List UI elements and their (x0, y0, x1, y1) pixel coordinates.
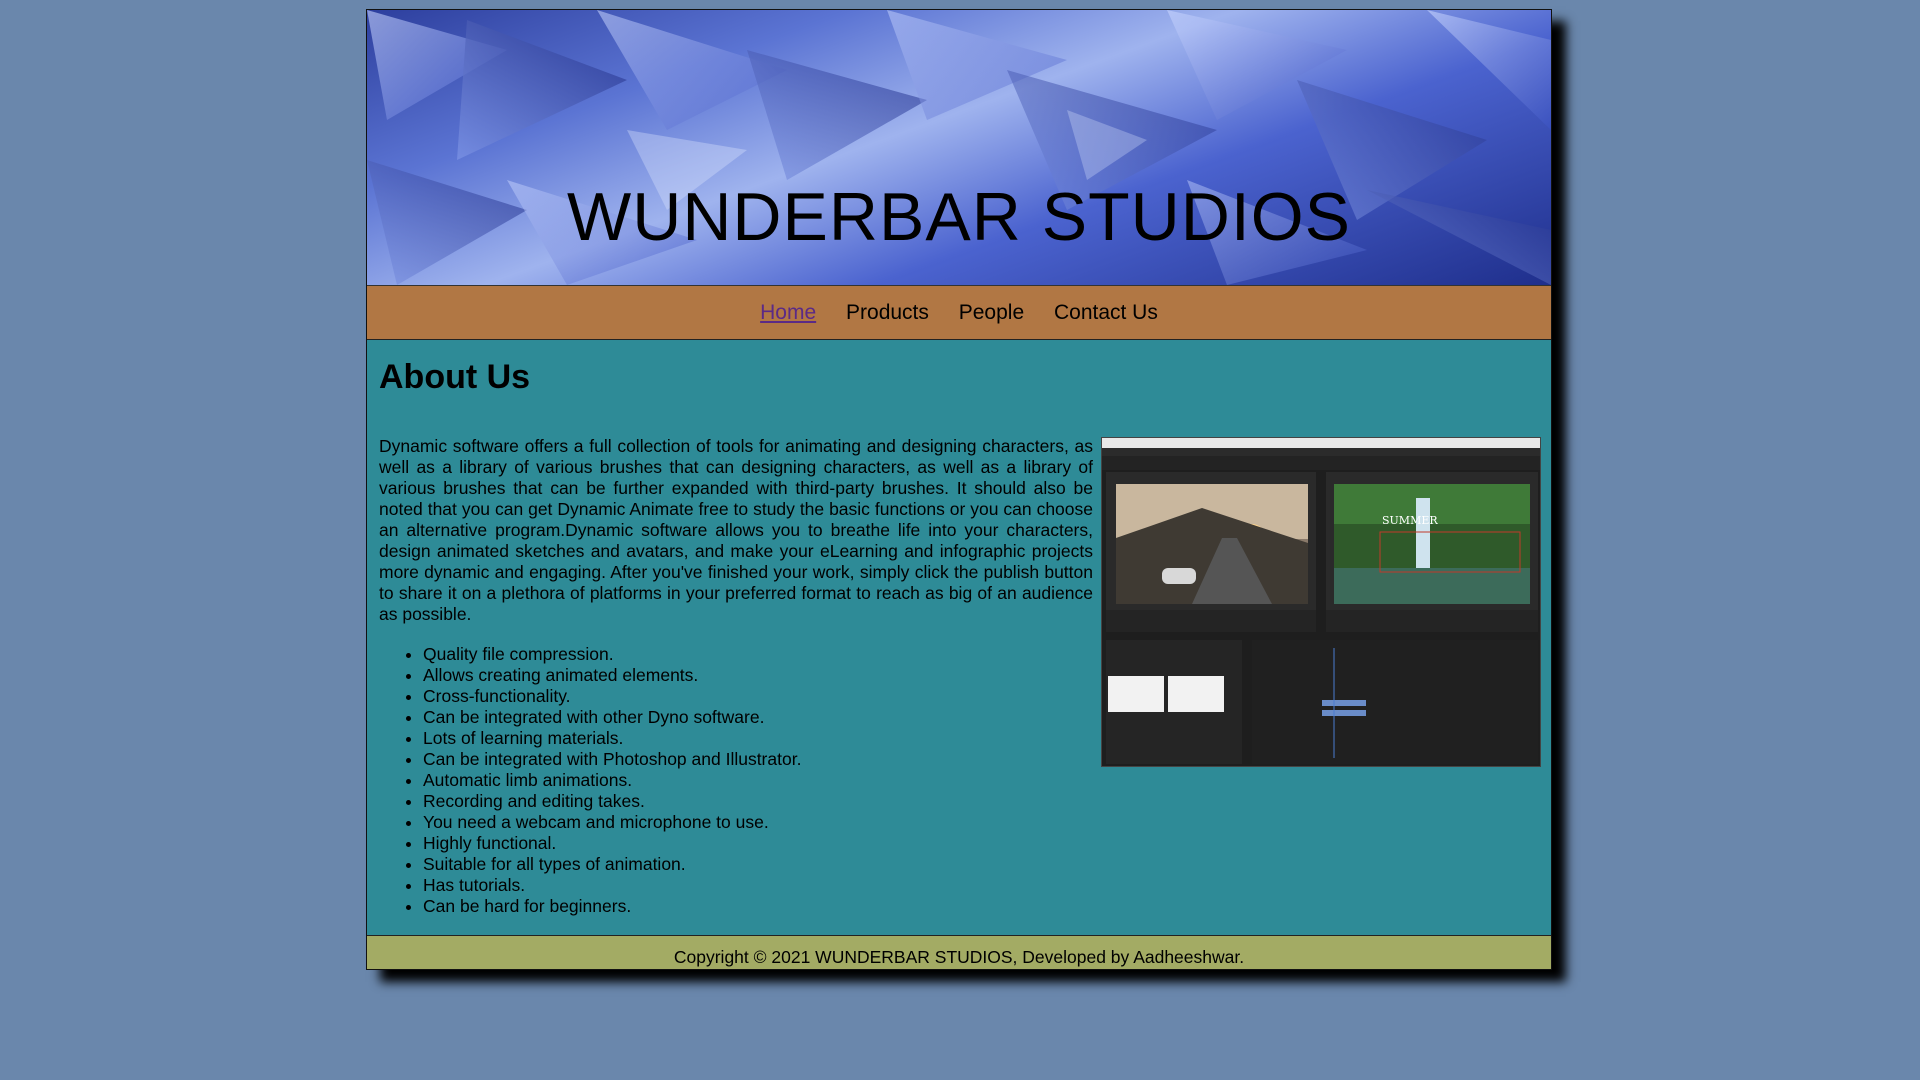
site-title: WUNDERBAR STUDIOS (567, 179, 1351, 255)
nav-home-link[interactable]: Home (760, 301, 816, 324)
feature-item: Suitable for all types of animation. (423, 854, 801, 875)
intro-paragraph: Dynamic software offers a full collectio… (379, 436, 1093, 624)
page-container: WUNDERBAR STUDIOS Home Products People C… (366, 9, 1552, 970)
software-screenshot-image: SUMMER (1101, 437, 1541, 767)
feature-item: Highly functional. (423, 833, 801, 854)
feature-item: Can be integrated with Photoshop and Ill… (423, 749, 801, 770)
nav-people-link[interactable]: People (959, 301, 1024, 324)
feature-item: Lots of learning materials. (423, 728, 801, 749)
feature-item: Can be hard for beginners. (423, 896, 801, 917)
editor-mockup: SUMMER (1102, 438, 1540, 764)
screenshot-overlay-text: SUMMER (1382, 514, 1438, 527)
site-footer: Copyright © 2021 WUNDERBAR STUDIOS, Deve… (367, 936, 1551, 969)
feature-item: You need a webcam and microphone to use. (423, 812, 801, 833)
main-content: About Us Dynamic software offers a full … (367, 340, 1551, 936)
header-banner: WUNDERBAR STUDIOS (367, 10, 1551, 285)
feature-item: Allows creating animated elements. (423, 665, 801, 686)
page-heading: About Us (379, 358, 531, 396)
feature-item: Quality file compression. (423, 644, 801, 665)
feature-item: Recording and editing takes. (423, 791, 801, 812)
feature-item: Automatic limb animations. (423, 770, 801, 791)
main-nav: Home Products People Contact Us (367, 285, 1551, 340)
feature-item: Cross-functionality. (423, 686, 801, 707)
feature-item: Can be integrated with other Dyno softwa… (423, 707, 801, 728)
feature-item: Has tutorials. (423, 875, 801, 896)
nav-contact-link[interactable]: Contact Us (1054, 301, 1158, 324)
nav-products-link[interactable]: Products (846, 301, 929, 324)
features-list: Quality file compression. Allows creatin… (379, 644, 801, 917)
